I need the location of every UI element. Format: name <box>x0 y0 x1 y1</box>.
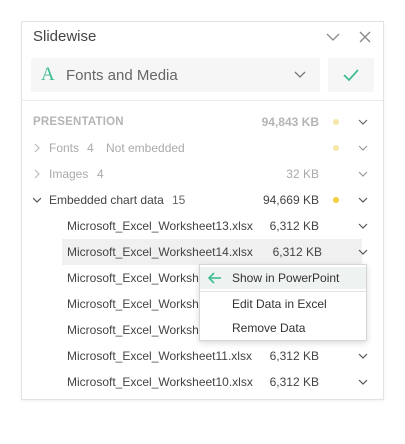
section-size: 32 KB <box>286 167 319 181</box>
presentation-header-row: PRESENTATION 94,843 KB <box>22 109 383 135</box>
file-name: Microsoft_Excel_Workshe <box>67 323 206 337</box>
mode-dropdown[interactable]: A Fonts and Media <box>31 58 320 92</box>
title-bar: Slidewise <box>22 22 383 52</box>
section-count: 15 <box>172 193 186 207</box>
status-dot <box>333 145 339 151</box>
status-dot <box>333 119 339 125</box>
section-note: Not embedded <box>106 141 185 155</box>
chevron-down-icon[interactable] <box>358 169 368 179</box>
chevron-down-icon[interactable] <box>358 221 368 231</box>
file-row[interactable]: Microsoft_Excel_Worksheet13.xlsx 6,312 K… <box>22 213 383 239</box>
file-name: Microsoft_Excel_Worksheet11.xlsx <box>67 349 252 363</box>
close-icon[interactable] <box>357 29 373 45</box>
file-name: Microsoft_Excel_Workshe <box>67 271 206 285</box>
menu-item-show-in-powerpoint[interactable]: Show in PowerPoint <box>200 267 366 289</box>
confirm-button[interactable] <box>328 58 374 92</box>
divider <box>22 100 383 101</box>
file-size: 6,312 KB <box>269 219 319 233</box>
slidewise-panel: Slidewise A Fonts and Media PRESENTATION… <box>21 21 384 400</box>
chevron-down-icon[interactable] <box>358 143 368 153</box>
mode-label: Fonts and Media <box>66 67 178 84</box>
chevron-down-icon[interactable] <box>358 377 368 387</box>
chevron-down-icon[interactable] <box>358 247 368 257</box>
section-label: Images <box>49 167 89 181</box>
chevron-down-icon[interactable] <box>358 351 368 361</box>
app-title: Slidewise <box>33 28 97 45</box>
chevron-right-icon[interactable] <box>33 170 41 178</box>
arrow-left-icon <box>208 272 221 284</box>
section-row-images[interactable]: Images 4 32 KB <box>22 161 383 187</box>
chevron-right-icon[interactable] <box>33 144 41 152</box>
section-row-embedded-chart-data[interactable]: Embedded chart data 15 94,669 KB <box>22 187 383 213</box>
file-name: Microsoft_Excel_Worksheet10.xlsx <box>67 375 253 389</box>
chevron-down-icon[interactable] <box>358 117 368 127</box>
section-count: 4 <box>87 141 94 155</box>
presentation-label: PRESENTATION <box>33 116 124 128</box>
chevron-down-icon <box>294 71 306 78</box>
context-menu: Show in PowerPoint Edit Data in Excel Re… <box>199 264 367 341</box>
menu-separator <box>200 291 366 292</box>
presentation-size: 94,843 KB <box>261 115 319 129</box>
collapse-chevron-icon[interactable] <box>325 29 341 45</box>
status-dot <box>333 197 339 203</box>
file-row[interactable]: Microsoft_Excel_Worksheet11.xlsx 6,312 K… <box>22 343 383 369</box>
menu-item-label: Show in PowerPoint <box>232 271 340 285</box>
checkmark-icon <box>343 69 359 82</box>
menu-item-label: Remove Data <box>232 321 306 335</box>
section-count: 4 <box>97 167 104 181</box>
file-row-selected[interactable]: Microsoft_Excel_Worksheet14.xlsx 6,312 K… <box>62 239 368 265</box>
section-label: Embedded chart data <box>49 193 164 207</box>
file-row[interactable]: Microsoft_Excel_Worksheet10.xlsx 6,312 K… <box>22 369 383 395</box>
chevron-down-icon[interactable] <box>358 195 368 205</box>
file-name: Microsoft_Excel_Worksheet14.xlsx <box>67 245 253 259</box>
file-size: 6,312 KB <box>272 245 322 259</box>
section-label: Fonts <box>49 141 80 155</box>
menu-item-remove-data[interactable]: Remove Data <box>200 317 366 339</box>
file-size: 6,312 KB <box>269 349 319 363</box>
fonts-a-icon: A <box>41 64 55 85</box>
file-name: Microsoft_Excel_Workshe <box>67 297 206 311</box>
file-size: 6,312 KB <box>269 375 319 389</box>
chevron-down-icon[interactable] <box>33 196 41 204</box>
menu-item-label: Edit Data in Excel <box>232 297 327 311</box>
section-row-fonts[interactable]: Fonts 4 Not embedded <box>22 135 383 161</box>
menu-item-edit-data-in-excel[interactable]: Edit Data in Excel <box>200 293 366 315</box>
section-size: 94,669 KB <box>262 193 319 207</box>
file-name: Microsoft_Excel_Worksheet13.xlsx <box>67 219 253 233</box>
